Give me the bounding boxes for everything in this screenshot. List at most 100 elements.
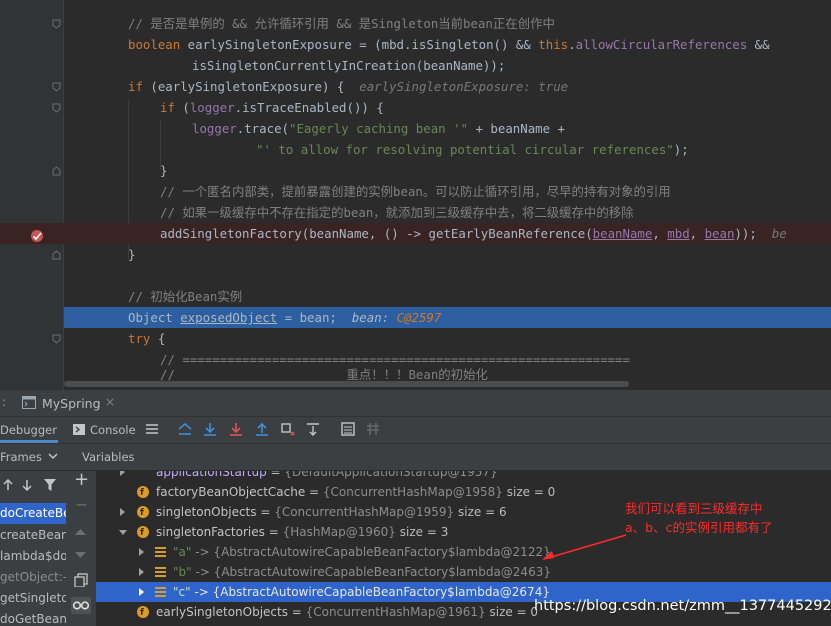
fold-marker-icon[interactable] (52, 103, 61, 113)
code-text: ); (673, 142, 689, 157)
run-tab-label[interactable]: MySpring (42, 396, 101, 411)
debug-tab-bar: : MySpring × (0, 390, 831, 417)
variable-type: {ConcurrentHashMap@1961} (305, 605, 486, 619)
code-line[interactable]: // =====================================… (64, 349, 831, 370)
map-value: -> {AbstractAutowireCapableBeanFactory$l… (195, 565, 551, 579)
variable-type: {DefaultApplicationStartup@1957} (284, 471, 498, 479)
colon-glyph: : (2, 395, 7, 409)
code-text: .isTraceEnabled()) { (234, 100, 384, 115)
code-comment: // 重点！！！Bean的初始化 (160, 368, 488, 382)
code-text: ( (174, 100, 190, 115)
code-line[interactable]: // 一个匿名内部类，提前暴露创建的实例bean。可以防止循环引用，尽早的持有对… (64, 181, 831, 202)
map-entry-icon (155, 567, 166, 577)
step-into-icon[interactable] (229, 422, 243, 436)
code-text: , (652, 226, 668, 241)
tab-console[interactable]: Console (90, 423, 136, 437)
copy-icon[interactable] (74, 573, 88, 587)
code-line[interactable]: // 如果一级缓存中不存在指定的bean，就添加到三级缓存中去，将二级缓存中的移… (64, 202, 831, 223)
map-entry-row[interactable]: "b" -> {AbstractAutowireCapableBeanFacto… (96, 562, 831, 582)
code-line[interactable]: "' to allow for resolving potential circ… (64, 139, 831, 160)
move-down-icon[interactable] (75, 552, 86, 559)
variables-toolstrip: + − (66, 469, 97, 626)
code-text: .trace( (236, 121, 289, 136)
code-comment: // =====================================… (160, 352, 630, 367)
expand-arrow-icon[interactable] (139, 548, 144, 556)
fold-marker-icon[interactable] (52, 250, 61, 260)
code-line[interactable]: // 初始化Bean实例 (64, 286, 831, 307)
evaluate-icon[interactable] (341, 422, 355, 436)
code-line[interactable]: // 重点！！！Bean的初始化 (64, 368, 831, 382)
code-line[interactable]: boolean earlySingletonExposure = (mbd.is… (64, 34, 831, 55)
map-value: -> {AbstractAutowireCapableBeanFactory$l… (194, 585, 550, 599)
string-literal: "Eagerly caching bean '" (288, 121, 469, 136)
code-comment: // 是否是单例的 && 允许循环引用 && 是Singleton当前bean正… (128, 16, 555, 31)
expand-arrow-icon[interactable] (139, 588, 144, 596)
breakpoint-line[interactable]: addSingletonFactory(beanName, () -> getE… (0, 223, 831, 244)
variable-size: size = 3 (399, 525, 449, 539)
code-line[interactable]: } (64, 160, 831, 181)
code-line[interactable]: if (logger.isTraceEnabled()) { (64, 97, 831, 118)
up-arrow-icon[interactable] (3, 479, 13, 491)
expand-arrow-icon[interactable] (120, 508, 125, 516)
variable-size: size = 0 (506, 485, 556, 499)
param-ref: mbd (667, 226, 690, 241)
fold-marker-icon[interactable] (52, 166, 61, 176)
variable-row[interactable]: f factoryBeanObjectCache = {ConcurrentHa… (96, 482, 831, 502)
fold-marker-icon[interactable] (52, 82, 61, 92)
execution-line[interactable]: Object exposedObject = bean; bean: C@259… (64, 307, 831, 328)
code-editor[interactable]: // 是否是单例的 && 允许循环引用 && 是Singleton当前bean正… (0, 0, 831, 390)
param-ref: bean (704, 226, 735, 241)
frame-item[interactable]: lambda$do (0, 546, 66, 567)
show-execution-point-icon[interactable] (178, 422, 192, 436)
annotation-line-1: 我们可以看到三级缓存中 (625, 501, 763, 516)
drop-frame-icon[interactable] (281, 422, 295, 436)
run-to-cursor-icon[interactable] (306, 422, 320, 436)
expand-arrow-icon[interactable] (139, 568, 144, 576)
move-up-icon[interactable] (75, 528, 86, 535)
frame-item[interactable]: createBean: (0, 525, 66, 546)
frames-list: doCreateBe createBean: lambda$do getObje… (0, 471, 66, 626)
menu-icon[interactable] (146, 423, 158, 435)
code-line[interactable]: if (earlySingletonExposure) { earlySingl… (64, 76, 831, 97)
remove-watch-icon[interactable]: − (75, 495, 88, 514)
close-icon[interactable]: × (105, 395, 115, 409)
collapse-arrow-icon[interactable] (119, 530, 127, 535)
trace-icon[interactable] (366, 422, 380, 436)
breakpoint-icon[interactable] (30, 228, 44, 242)
inline-debug-hint: earlySingletonExposure: true (359, 79, 569, 94)
debug-toolbar: Debugger Console (0, 417, 831, 444)
code-line[interactable]: logger.trace("Eagerly caching bean '" + … (64, 118, 831, 139)
chevron-down-icon[interactable] (48, 453, 58, 460)
add-watch-icon[interactable]: + (74, 469, 89, 490)
fold-marker-icon[interactable] (52, 334, 61, 344)
step-out-icon[interactable] (255, 422, 269, 436)
watermark: https://blog.csdn.net/zmm__1377445292 (534, 598, 831, 614)
watches-toggle[interactable] (71, 597, 91, 614)
code-line[interactable]: } (64, 244, 831, 265)
run-config-icon (22, 396, 36, 409)
field-ref: logger (192, 121, 237, 136)
code-line[interactable]: try { (64, 328, 831, 349)
variable-row[interactable]: applicationStartup = {DefaultApplication… (96, 471, 831, 482)
editor-gutter[interactable] (0, 0, 64, 390)
filter-icon[interactable] (44, 479, 56, 491)
variable-type: {ConcurrentHashMap@1958} (322, 485, 503, 499)
step-over-icon[interactable] (203, 422, 217, 436)
frame-item[interactable]: getObject:- (0, 567, 66, 588)
code-line[interactable]: // 是否是单例的 && 允许循环引用 && 是Singleton当前bean正… (64, 13, 831, 34)
horizontal-scrollbar[interactable] (64, 381, 629, 387)
code-text: { (150, 331, 166, 346)
map-entry-row[interactable]: "a" -> {AbstractAutowireCapableBeanFacto… (96, 542, 831, 562)
down-arrow-icon[interactable] (22, 479, 32, 491)
console-icon (73, 424, 85, 435)
param-ref: beanName (592, 226, 653, 241)
variable-name: earlySingletonObjects (156, 605, 288, 619)
code-line[interactable]: isSingletonCurrentlyInCreation(beanName)… (64, 55, 831, 76)
frame-item[interactable]: getSingleto (0, 588, 66, 609)
frame-item[interactable]: doCreateBe (0, 503, 66, 524)
fold-marker-icon[interactable] (52, 19, 61, 29)
variable-name: applicationStartup (156, 471, 267, 479)
code-text: . (568, 37, 576, 52)
frame-item[interactable]: doGetBean: (0, 609, 66, 626)
tab-debugger[interactable]: Debugger (0, 423, 57, 437)
